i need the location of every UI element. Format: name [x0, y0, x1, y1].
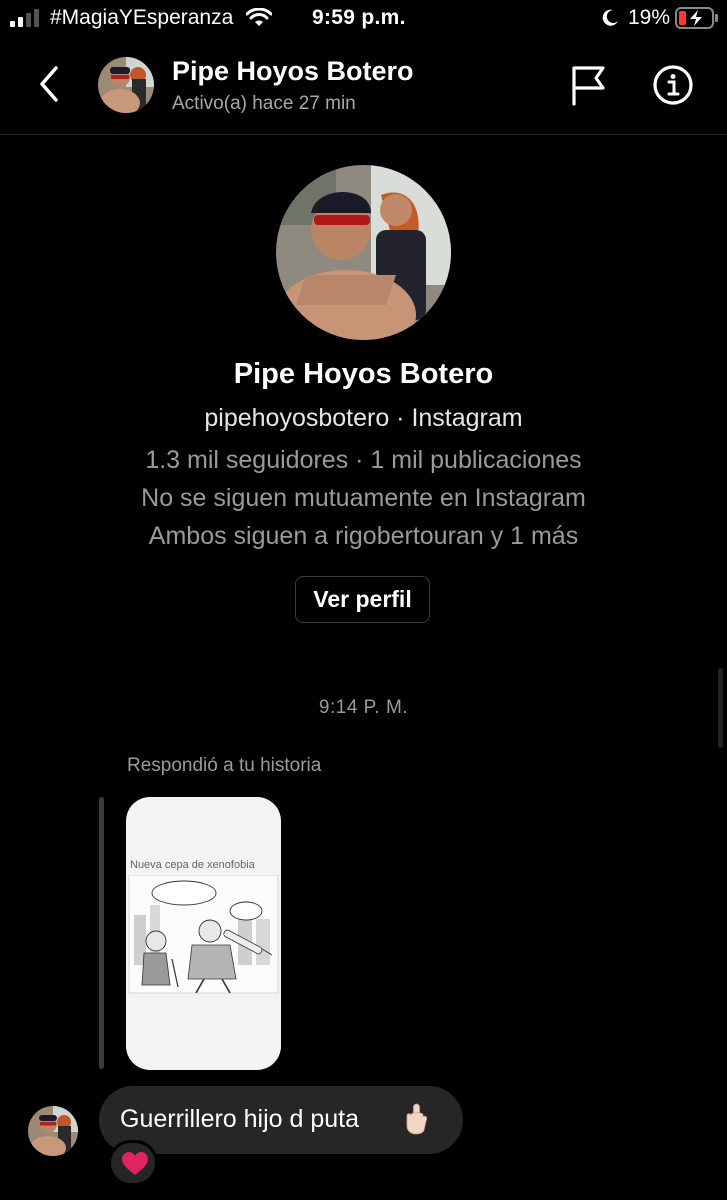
- cartoon-illustration: [128, 875, 279, 994]
- reply-indicator-bar: [99, 797, 104, 1069]
- header-active-status: Activo(a) hace 27 min: [172, 93, 356, 114]
- sender-avatar-photo: [28, 1106, 78, 1156]
- profile-photo: [276, 165, 451, 340]
- wifi-icon: [246, 8, 272, 26]
- message-text: Guerrillero hijo d puta: [120, 1105, 360, 1133]
- story-reply-label: Respondió a tu historia: [127, 755, 322, 776]
- back-icon[interactable]: [36, 64, 62, 104]
- flag-icon[interactable]: [570, 64, 608, 106]
- carrier-name: #MagiaYEsperanza: [50, 6, 234, 29]
- heart-icon: [122, 1152, 148, 1175]
- story-thumbnail[interactable]: Nueva cepa de xenofobia: [126, 797, 281, 1070]
- mutual-followers: Ambos siguen a rigobertouran y 1 más: [148, 522, 579, 550]
- moon-icon: [602, 9, 618, 26]
- header-name[interactable]: Pipe Hoyos Botero: [172, 56, 414, 87]
- header-avatar[interactable]: [98, 57, 154, 113]
- view-profile-button[interactable]: Ver perfil: [295, 576, 430, 623]
- profile-name: Pipe Hoyos Botero: [233, 358, 494, 390]
- middle-finger-icon: [406, 1103, 428, 1135]
- info-icon[interactable]: [652, 64, 694, 106]
- message-timestamp: 9:14 P. M.: [318, 697, 409, 718]
- message-bubble[interactable]: Guerrillero hijo d puta: [99, 1086, 463, 1154]
- profile-handle: pipehoyosbotero · Instagram: [204, 404, 523, 432]
- story-title: Nueva cepa de xenofobia: [130, 859, 255, 871]
- clock: 9:59 p.m.: [312, 6, 406, 29]
- reaction-badge[interactable]: [108, 1140, 158, 1186]
- avatar-photo: [98, 57, 154, 113]
- status-bar: #MagiaYEsperanza 9:59 p.m. 19%: [0, 0, 727, 40]
- signal-icon: [10, 9, 39, 27]
- sender-avatar[interactable]: [28, 1106, 78, 1156]
- battery-percentage: 19%: [628, 6, 671, 29]
- profile-stats: 1.3 mil seguidores · 1 mil publicaciones: [145, 446, 582, 474]
- follow-status: No se siguen mutuamente en Instagram: [141, 484, 586, 512]
- battery-icon: [675, 7, 718, 29]
- profile-avatar[interactable]: [276, 165, 451, 340]
